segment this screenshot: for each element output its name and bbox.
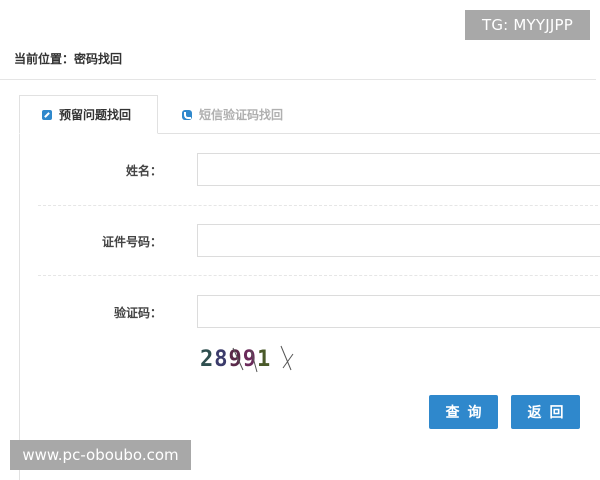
captcha-label: 验证码： bbox=[113, 306, 162, 320]
name-input[interactable] bbox=[197, 153, 600, 186]
captcha-input[interactable] bbox=[197, 295, 600, 328]
captcha-char: 1 bbox=[257, 347, 271, 372]
captcha-char: 9 bbox=[229, 347, 243, 372]
tab-label: 短信验证码找回 bbox=[199, 108, 284, 122]
back-button[interactable]: 返回 bbox=[511, 395, 580, 429]
captcha-char: 8 bbox=[214, 347, 228, 372]
id-number-input[interactable] bbox=[197, 224, 600, 257]
edit-icon bbox=[42, 109, 52, 120]
tab-security-question[interactable]: 预留问题找回 bbox=[19, 95, 158, 134]
watermark-top: TG: MYYJJPP bbox=[465, 10, 590, 40]
phone-icon bbox=[182, 109, 192, 120]
tab-label: 预留问题找回 bbox=[59, 108, 132, 122]
watermark-bottom: www.pc-oboubo.com bbox=[10, 440, 191, 470]
row-divider bbox=[38, 275, 598, 276]
name-label: 姓名： bbox=[125, 164, 162, 178]
captcha-char: 9 bbox=[243, 347, 257, 372]
header-divider bbox=[0, 79, 596, 80]
breadcrumb: 当前位置：密码找回 bbox=[14, 52, 123, 66]
captcha-text: 28991 bbox=[200, 347, 271, 372]
id-number-label: 证件号码： bbox=[101, 235, 162, 249]
row-divider bbox=[38, 205, 598, 206]
captcha-image[interactable]: 28991 bbox=[199, 344, 295, 374]
tab-sms-code[interactable]: 短信验证码找回 bbox=[160, 95, 310, 134]
query-button[interactable]: 查询 bbox=[429, 395, 498, 429]
captcha-char: 2 bbox=[200, 347, 214, 372]
